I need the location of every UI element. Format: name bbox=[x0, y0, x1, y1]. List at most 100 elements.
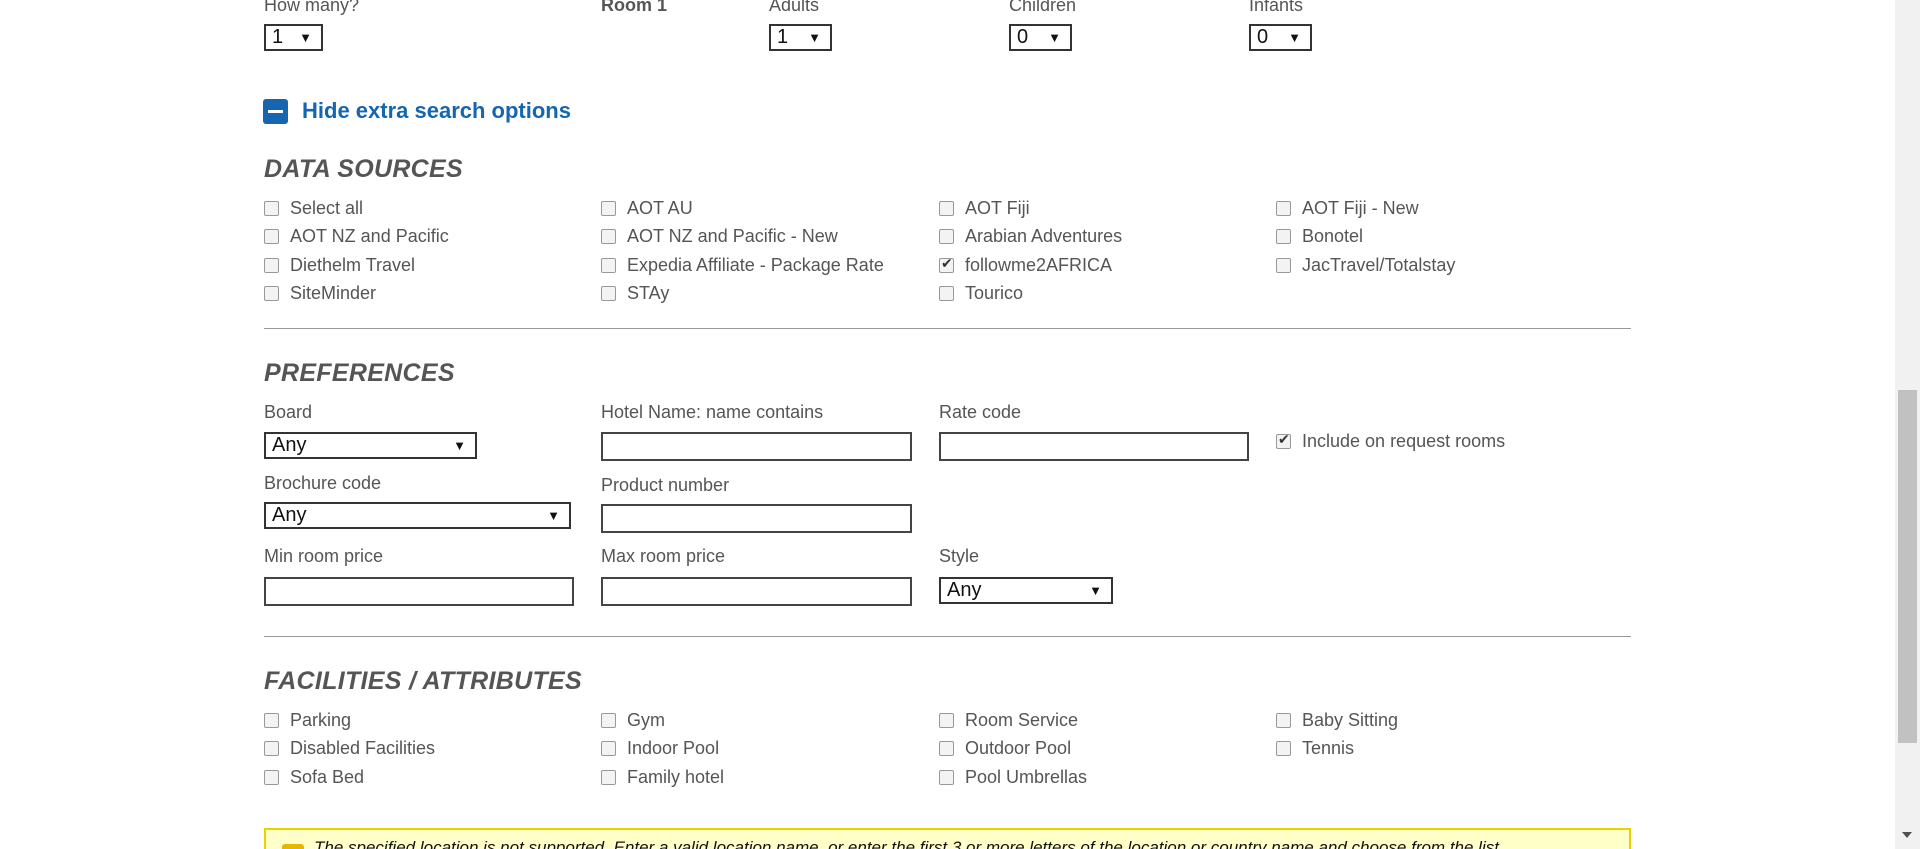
checkbox[interactable] bbox=[264, 741, 279, 756]
checkbox[interactable] bbox=[939, 712, 954, 728]
checkbox[interactable] bbox=[601, 712, 616, 728]
checkbox-label: Disabled Facilities bbox=[290, 738, 436, 758]
min-price-input[interactable] bbox=[264, 577, 574, 606]
checkbox-label: Baby Sitting bbox=[1302, 709, 1399, 730]
checkbox[interactable] bbox=[1276, 741, 1291, 756]
facility-gym[interactable]: Gym bbox=[601, 708, 665, 732]
data-source-select-all[interactable]: Select all bbox=[264, 196, 363, 220]
brochure-code-label: Brochure code bbox=[264, 473, 382, 493]
board-label: Board bbox=[264, 402, 313, 422]
chevron-down-icon: ▼ bbox=[808, 30, 821, 45]
infants-select[interactable]: 0 ▼ bbox=[1249, 24, 1312, 51]
checkbox[interactable] bbox=[264, 712, 279, 728]
facility-pool-umbrellas[interactable]: Pool Umbrellas bbox=[939, 765, 1087, 789]
checkbox[interactable] bbox=[939, 200, 954, 216]
scrollbar-thumb[interactable] bbox=[1898, 390, 1917, 743]
board-select[interactable]: Any ▼ bbox=[264, 432, 477, 459]
checkbox-label: followme2AFRICA bbox=[965, 254, 1113, 275]
brochure-code-select[interactable]: Any ▼ bbox=[264, 502, 571, 529]
how-many-label: How many? bbox=[264, 0, 360, 15]
chevron-down-icon: ▼ bbox=[1089, 583, 1102, 598]
checkbox[interactable] bbox=[939, 741, 954, 756]
facility-room-service[interactable]: Room Service bbox=[939, 708, 1078, 732]
how-many-select[interactable]: 1 ▼ bbox=[264, 24, 323, 51]
checkbox-label: Gym bbox=[627, 709, 665, 730]
hotel-name-label: Hotel Name: name contains bbox=[601, 402, 824, 422]
chevron-down-icon: ▼ bbox=[299, 30, 312, 45]
facility-baby-sitting[interactable]: Baby Sitting bbox=[1276, 708, 1398, 732]
facility-family-hotel[interactable]: Family hotel bbox=[601, 765, 724, 789]
checkbox-label: Tennis bbox=[1302, 738, 1355, 758]
checkbox[interactable] bbox=[601, 229, 616, 244]
style-label: Style bbox=[939, 546, 980, 566]
checkbox[interactable] bbox=[264, 257, 279, 273]
data-source-followme2africa[interactable]: followme2AFRICA bbox=[939, 253, 1112, 277]
checkbox-label: Outdoor Pool bbox=[965, 738, 1072, 758]
how-many-value: 1 bbox=[272, 26, 284, 48]
checkbox-label: AOT AU bbox=[627, 197, 693, 218]
checkbox-label: Bonotel bbox=[1302, 226, 1364, 246]
adults-label: Adults bbox=[769, 0, 820, 15]
data-source-stay[interactable]: STAy bbox=[601, 282, 669, 306]
facility-parking[interactable]: Parking bbox=[264, 708, 351, 732]
facility-indoor-pool[interactable]: Indoor Pool bbox=[601, 737, 719, 761]
hotel-name-input[interactable] bbox=[601, 432, 912, 461]
data-source-arabian-adventures[interactable]: Arabian Adventures bbox=[939, 225, 1122, 249]
checkbox-label: Select all bbox=[290, 197, 364, 218]
data-source-siteminder[interactable]: SiteMinder bbox=[264, 282, 376, 306]
facility-disabled-facilities[interactable]: Disabled Facilities bbox=[264, 737, 435, 761]
facility-outdoor-pool[interactable]: Outdoor Pool bbox=[939, 737, 1071, 761]
checkbox[interactable] bbox=[1276, 257, 1291, 273]
facility-tennis[interactable]: Tennis bbox=[1276, 737, 1354, 761]
checkbox-label: AOT Fiji bbox=[965, 197, 1030, 218]
warning-icon bbox=[282, 844, 304, 849]
page-scrollbar[interactable] bbox=[1895, 0, 1920, 849]
rate-code-input[interactable] bbox=[939, 432, 1249, 461]
checkbox[interactable] bbox=[1276, 712, 1291, 728]
data-source-bonotel[interactable]: Bonotel bbox=[1276, 225, 1363, 249]
checkbox[interactable] bbox=[601, 286, 616, 301]
checkbox[interactable] bbox=[601, 200, 616, 216]
divider bbox=[264, 636, 1631, 637]
checkbox[interactable] bbox=[939, 769, 954, 785]
checkbox[interactable] bbox=[264, 286, 279, 301]
scroll-down-arrow-icon[interactable] bbox=[1902, 832, 1912, 838]
adults-select[interactable]: 1 ▼ bbox=[769, 24, 832, 51]
checkbox[interactable] bbox=[939, 256, 954, 273]
data-source-tourico[interactable]: Tourico bbox=[939, 282, 1023, 306]
data-source-aot-au[interactable]: AOT AU bbox=[601, 196, 693, 220]
checkbox[interactable] bbox=[264, 200, 279, 216]
data-source-jactravel-totalstay[interactable]: JacTravel/Totalstay bbox=[1276, 253, 1455, 277]
include-on-request-checkbox-item[interactable]: Include on request rooms bbox=[1276, 429, 1505, 453]
product-number-label: Product number bbox=[601, 475, 730, 495]
checkbox[interactable] bbox=[939, 286, 954, 301]
data-source-aot-fiji[interactable]: AOT Fiji bbox=[939, 196, 1030, 220]
data-sources-title: DATA SOURCES bbox=[264, 155, 463, 183]
data-source-expedia-affiliate-package-rate[interactable]: Expedia Affiliate - Package Rate bbox=[601, 253, 884, 277]
checkbox[interactable] bbox=[601, 769, 616, 785]
checkbox-label: Arabian Adventures bbox=[965, 226, 1123, 246]
data-source-aot-nz-and-pacific[interactable]: AOT NZ and Pacific bbox=[264, 225, 449, 249]
data-source-diethelm-travel[interactable]: Diethelm Travel bbox=[264, 253, 415, 277]
checkbox-label: Room Service bbox=[965, 709, 1079, 730]
checkbox-label: SiteMinder bbox=[290, 283, 377, 303]
checkbox[interactable] bbox=[264, 769, 279, 785]
max-price-input[interactable] bbox=[601, 577, 912, 606]
style-value: Any bbox=[947, 579, 982, 601]
chevron-down-icon: ▼ bbox=[547, 508, 560, 523]
data-source-aot-nz-and-pacific-new[interactable]: AOT NZ and Pacific - New bbox=[601, 225, 838, 249]
children-select[interactable]: 0 ▼ bbox=[1009, 24, 1072, 51]
checkbox[interactable] bbox=[1276, 229, 1291, 244]
checkbox[interactable] bbox=[939, 229, 954, 244]
style-select[interactable]: Any ▼ bbox=[939, 577, 1113, 604]
checkbox[interactable] bbox=[264, 229, 279, 244]
facility-sofa-bed[interactable]: Sofa Bed bbox=[264, 765, 364, 789]
include-on-request-checkbox[interactable] bbox=[1276, 432, 1291, 449]
checkbox[interactable] bbox=[601, 741, 616, 756]
checkbox[interactable] bbox=[601, 257, 616, 273]
data-source-aot-fiji-new[interactable]: AOT Fiji - New bbox=[1276, 196, 1419, 220]
checkbox-label: AOT Fiji - New bbox=[1302, 197, 1419, 218]
checkbox[interactable] bbox=[1276, 200, 1291, 216]
hide-extra-options-toggle[interactable]: Hide extra search options bbox=[263, 96, 571, 126]
product-number-input[interactable] bbox=[601, 504, 912, 533]
